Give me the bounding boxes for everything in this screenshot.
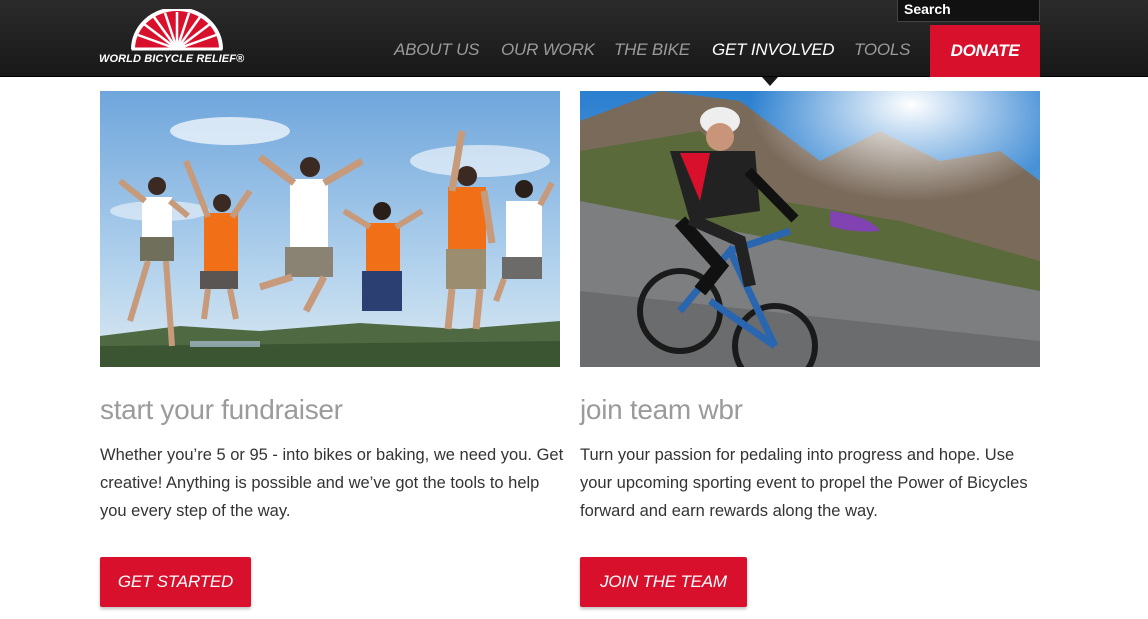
join-the-team-button[interactable]: JOIN THE TEAM <box>580 557 747 607</box>
logo[interactable]: WORLD BICYCLE RELIEF® <box>99 9 264 67</box>
nav-item-our-work[interactable]: OUR WORK <box>501 40 595 60</box>
card-body: Whether you’re 5 or 95 - into bikes or b… <box>100 446 564 520</box>
card-body: Turn your passion for pedaling into prog… <box>580 446 1028 520</box>
card-title: start your fundraiser <box>100 394 343 425</box>
cyclist-photo <box>580 91 1040 367</box>
get-started-button[interactable]: GET STARTED <box>100 557 251 607</box>
card-title: join team wbr <box>580 394 743 425</box>
nav-item-tools[interactable]: TOOLS <box>854 40 911 60</box>
bicycle-wheel-logo-icon <box>131 9 223 51</box>
nav-item-get-involved[interactable]: GET INVOLVED <box>712 40 835 60</box>
donate-button[interactable]: DONATE <box>930 25 1040 77</box>
jumping-people-photo <box>100 91 560 367</box>
site-header: WORLD BICYCLE RELIEF® Search ABOUT US OU… <box>0 0 1148 77</box>
search-input[interactable]: Search <box>897 0 1040 22</box>
active-nav-pointer <box>762 77 778 86</box>
nav-item-the-bike[interactable]: THE BIKE <box>614 40 690 60</box>
logo-text: WORLD BICYCLE RELIEF® <box>99 53 245 65</box>
nav-item-about-us[interactable]: ABOUT US <box>394 40 480 60</box>
